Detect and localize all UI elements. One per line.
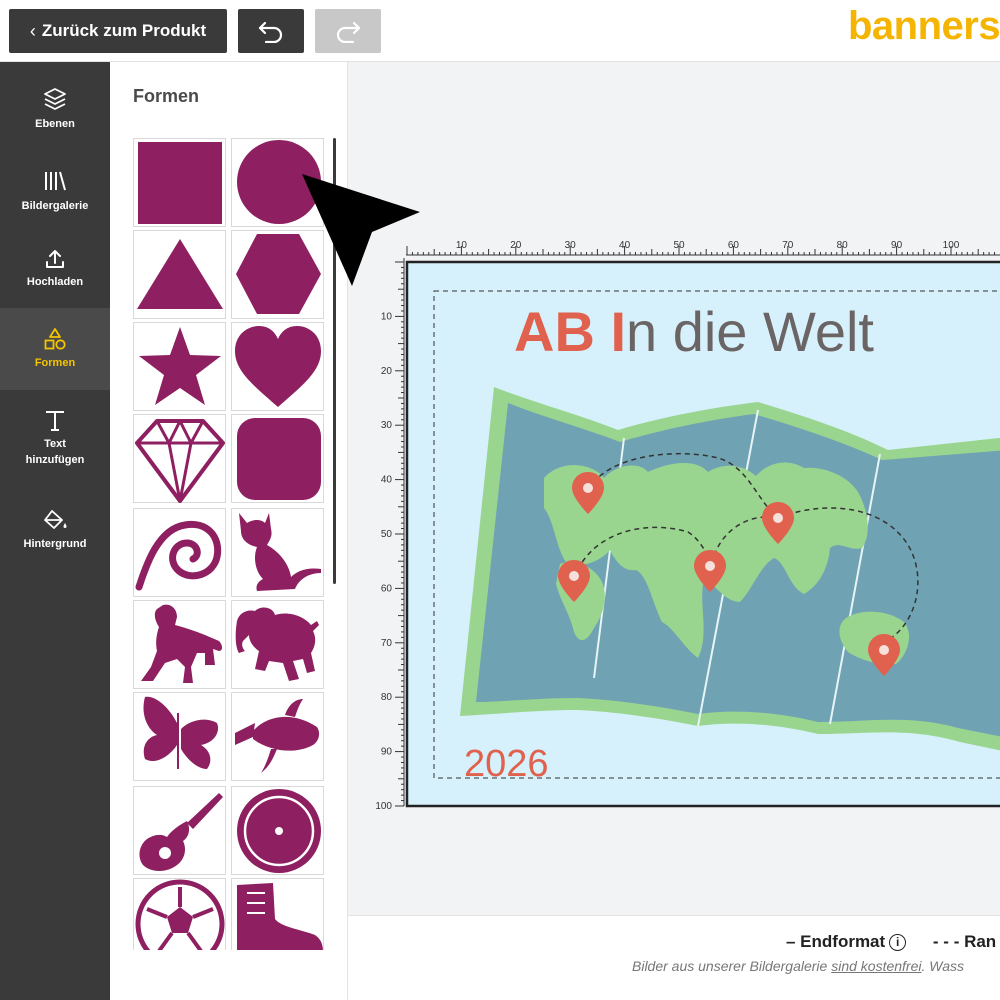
top-ruler-label: 50 [673,240,685,251]
shape-square[interactable] [133,138,226,227]
undo-button[interactable] [238,9,304,53]
shapes-icon [44,328,66,350]
star-shape-icon [138,326,221,405]
design-year: 2026 [464,743,549,785]
left-ruler-label: 100 [375,801,392,812]
nav-label: Bildergalerie [21,200,89,212]
guitar-shape-icon [139,792,223,871]
butterfly-shape-icon [143,696,218,769]
shape-boot[interactable] [231,878,324,950]
top-ruler-label: 100 [943,240,960,251]
cat-shape-icon [238,512,321,591]
chevron-left-icon: ‹ [29,20,36,41]
shape-spiral[interactable] [133,508,226,597]
nav-label: Formen [34,357,76,369]
dog-shape-icon [140,604,222,683]
shape-cat[interactable] [231,508,324,597]
top-bar: ‹ Zurück zum Produkt bannerst [0,0,1000,62]
nav-item-hochladen[interactable]: Hochladen [0,248,110,290]
triangle-shape-icon [136,238,223,309]
gallery-note-link[interactable]: sind kostenfrei [831,958,921,974]
diamond-shape-icon [134,418,225,503]
shape-football[interactable] [133,878,226,950]
left-ruler-label: 30 [381,420,393,431]
left-ruler: 10 20 30 40 50 60 70 80 90 100 [375,258,405,812]
elephant-shape-icon [235,607,319,681]
shape-guitar[interactable] [133,786,226,875]
top-ruler: 10 20 30 40 50 60 70 80 90 100 [406,240,1000,256]
legend-final-format: – Endformat [786,932,886,951]
left-ruler-label: 50 [381,529,393,540]
top-ruler-label: 10 [456,240,468,251]
shape-star[interactable] [133,322,226,411]
record-shape-icon [236,788,321,873]
design-canvas[interactable]: 10 20 30 40 50 60 70 80 90 100 10 20 30 40 50 60 70 80 90… [348,62,1000,915]
back-to-product-button[interactable]: ‹ Zurück zum Produkt [9,9,227,53]
square-shape-icon [137,141,222,224]
canvas-footer: – Endformat i - - - Ran Bilder aus unsere… [348,915,1000,1000]
info-icon[interactable]: i [889,934,907,951]
panel-title: Formen [133,86,200,106]
shape-butterfly[interactable] [133,692,226,781]
left-ruler-label: 60 [381,583,393,594]
brand-logo[interactable]: bannerst [848,4,1000,49]
undo-icon [258,21,283,43]
fish-shape-icon [234,698,319,773]
nav-item-formen[interactable]: Formen [0,308,110,390]
gallery-note-text: Bilder aus unserer Bildergalerie [632,958,832,974]
nav-item-ebenen[interactable]: Ebenen [0,86,110,132]
canvas-area: 10 20 30 40 50 60 70 80 90 100 10 20 30 40 50 60 70 80 90… [302,62,1000,915]
spiral-shape-icon [135,520,221,590]
nav-item-text-hinzufuegen[interactable]: Text hinzufügen [0,408,110,468]
nav-label: Hintergrund [23,538,87,550]
left-ruler-label: 70 [381,638,393,649]
shape-fish[interactable] [231,692,324,781]
mouse-cursor-icon [302,174,420,286]
top-ruler-label: 80 [837,240,849,251]
top-ruler-label: 30 [565,240,577,251]
shape-diamond[interactable] [133,414,226,503]
shape-elephant[interactable] [231,600,324,689]
left-ruler-label: 40 [381,475,393,486]
left-ruler-label: 90 [381,747,393,758]
left-ruler-label: 80 [381,692,393,703]
gallery-note-tail: . Wass [921,958,965,974]
top-ruler-label: 70 [782,240,794,251]
heart-shape-icon [234,325,321,407]
redo-button[interactable] [315,9,381,53]
left-ruler-label: 20 [381,366,393,377]
top-ruler-label: 40 [619,240,631,251]
gallery-note: Bilder aus unserer Bildergalerie sind ko… [632,958,964,974]
redo-icon [336,21,361,43]
left-ruler-label: 10 [381,311,393,322]
shape-rounded-square[interactable] [231,414,324,503]
boot-shape-icon [236,883,323,950]
library-icon [45,171,66,191]
legend-edge: - - - Ran [932,932,997,951]
shape-heart[interactable] [231,322,324,411]
upload-icon [46,250,64,268]
top-ruler-label: 60 [728,240,740,251]
nav-label: Text hinzufügen [25,438,85,466]
design-artboard: AB In die Welt 2026 [405,260,1000,808]
shape-triangle[interactable] [133,230,226,319]
football-shape-icon [135,879,224,950]
format-legend: – Endformat i - - - Ran [786,932,996,952]
back-button-label: Zurück zum Produkt [41,21,207,40]
shape-record[interactable] [231,786,324,875]
shape-dog[interactable] [133,600,226,689]
design-title: AB In die Welt [514,300,874,363]
text-icon [46,411,64,431]
nav-item-bildergalerie[interactable]: Bildergalerie [0,168,110,214]
layers-icon [44,88,66,110]
rounded-square-shape-icon [236,417,321,500]
left-navigation: Ebenen Bildergalerie Hochladen Formen Te… [0,62,110,1000]
nav-label: Hochladen [26,276,84,288]
top-ruler-label: 20 [510,240,522,251]
nav-item-hintergrund[interactable]: Hintergrund [0,508,110,552]
paint-bucket-icon [44,510,67,529]
nav-label: Ebenen [35,118,75,130]
top-ruler-label: 90 [891,240,903,251]
